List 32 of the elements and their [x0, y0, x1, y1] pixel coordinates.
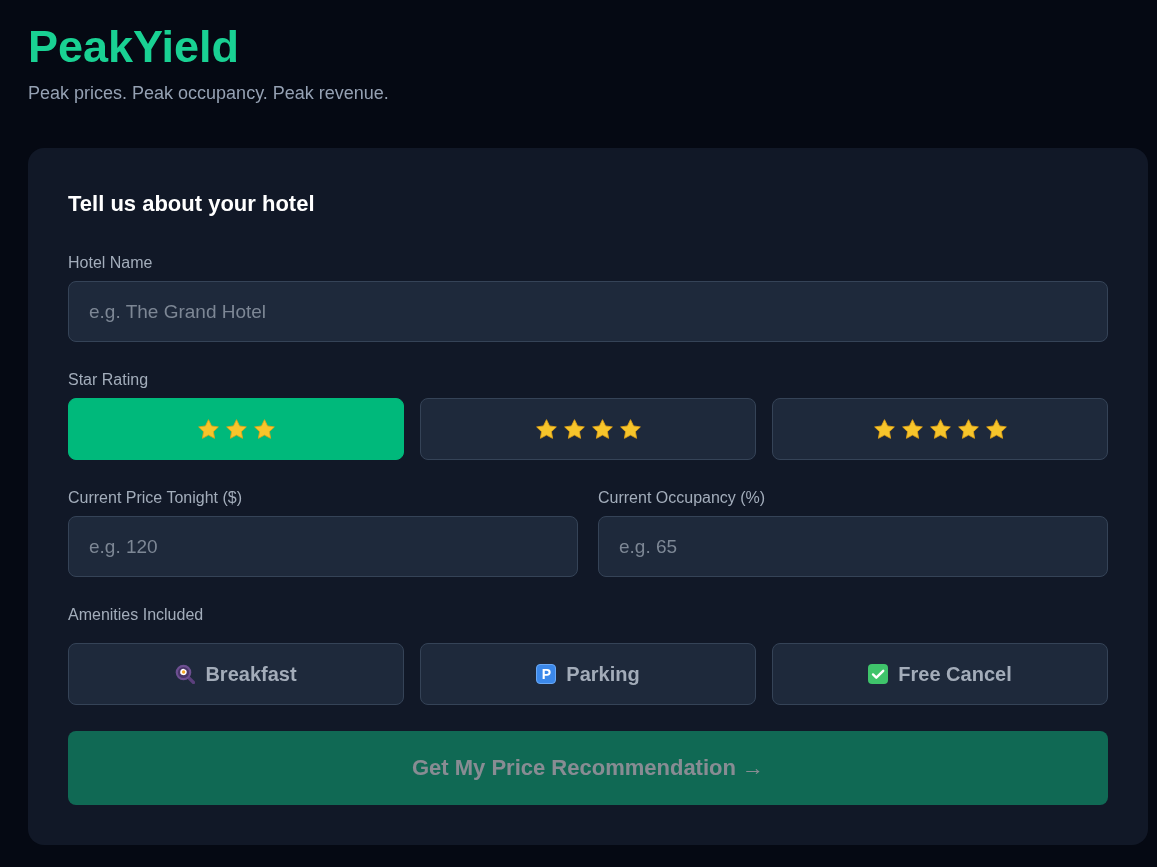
checkmark-icon: [868, 664, 889, 684]
star-icon: [563, 419, 585, 439]
field-label: Star Rating: [68, 370, 150, 389]
star-icon: [985, 419, 1007, 439]
star-rating-option[interactable]: [420, 398, 756, 460]
star-icon: [929, 419, 951, 439]
frying-pan-icon: [175, 664, 196, 684]
star-icon: [957, 419, 979, 439]
star-icon: [253, 419, 275, 439]
app-title: PeakYield: [28, 22, 240, 72]
field-label: Current Occupancy (%): [598, 488, 767, 507]
star-icon: [535, 419, 557, 439]
field-label: Amenities Included: [68, 605, 205, 624]
amenity-toggle[interactable]: P Parking: [420, 643, 756, 705]
amenity-toggle[interactable]: Breakfast: [68, 643, 404, 705]
input-field[interactable]: e.g. 120: [68, 516, 578, 577]
field-label: Current Price Tonight ($): [68, 488, 243, 507]
input-field[interactable]: e.g. The Grand Hotel: [68, 281, 1108, 342]
star-rating-option[interactable]: [772, 398, 1108, 460]
star-icon: [591, 419, 613, 439]
star-icon: [197, 419, 219, 439]
star-icon: [225, 419, 247, 439]
amenity-toggle[interactable]: Free Cancel: [772, 643, 1108, 705]
star-rating-option[interactable]: [68, 398, 404, 460]
form-heading: Tell us about your hotel: [68, 190, 316, 217]
star-icon: [901, 419, 923, 439]
parking-sign-icon: P: [536, 664, 557, 684]
input-field[interactable]: e.g. 65: [598, 516, 1108, 577]
star-icon: [873, 419, 895, 439]
star-icon: [619, 419, 641, 439]
tagline: Peak prices. Peak occupancy. Peak revenue.: [28, 82, 390, 104]
field-label: Hotel Name: [68, 253, 154, 272]
